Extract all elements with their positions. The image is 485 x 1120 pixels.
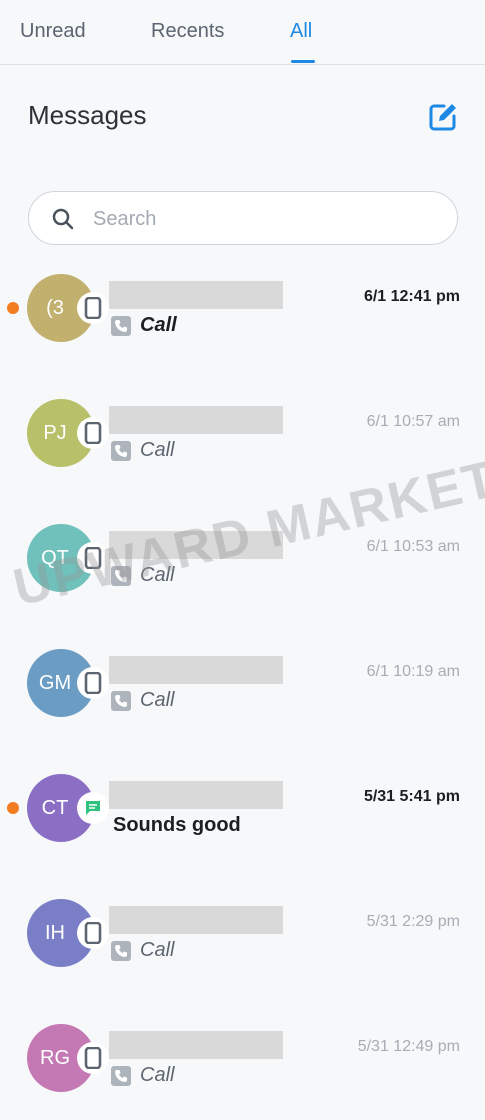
compose-icon [429, 104, 456, 131]
chat-icon [83, 798, 103, 818]
redacted-contact-name [109, 656, 283, 684]
timestamp: 6/1 10:19 am [366, 663, 460, 680]
phone-badge [77, 542, 109, 574]
phone-icon [84, 297, 102, 319]
tab-bar: Unread Recents All [0, 0, 485, 65]
phone-icon [84, 1047, 102, 1069]
call-icon [111, 315, 140, 336]
phone-icon [84, 547, 102, 569]
conversation-row[interactable]: (3 6/1 12:41 pm Call [0, 250, 485, 370]
message-preview: Call [111, 1064, 174, 1087]
search-bar[interactable] [28, 191, 458, 245]
search-icon [52, 208, 74, 230]
redacted-contact-name [109, 906, 283, 934]
call-icon [111, 440, 140, 461]
phone-icon [84, 672, 102, 694]
phone-icon [84, 922, 102, 944]
timestamp: 6/1 10:53 am [366, 538, 460, 555]
phone-badge [77, 1042, 109, 1074]
phone-icon [84, 422, 102, 444]
phone-badge [77, 917, 109, 949]
tab-all[interactable]: All [290, 20, 312, 43]
conversation-row[interactable]: PJ 6/1 10:57 am Call [0, 375, 485, 495]
compose-button[interactable] [427, 101, 459, 133]
preview-text: Call [140, 689, 175, 711]
timestamp: 5/31 5:41 pm [363, 788, 460, 805]
preview-text: Call [140, 564, 175, 586]
call-icon [111, 690, 140, 711]
unread-dot [7, 802, 19, 814]
call-icon [111, 1065, 140, 1086]
conversation-row[interactable]: IH 5/31 2:29 pm Call [0, 875, 485, 995]
message-preview: Call [111, 939, 174, 962]
message-preview: Call [111, 689, 174, 712]
timestamp: 5/31 12:49 pm [357, 1038, 460, 1055]
phone-badge [77, 292, 109, 324]
chat-badge [77, 792, 109, 824]
preview-text: Call [140, 314, 177, 336]
conversation-row[interactable]: CT 5/31 5:41 pm Sounds good [0, 750, 485, 870]
redacted-contact-name [109, 781, 283, 809]
call-icon [111, 940, 140, 961]
timestamp: 6/1 12:41 pm [363, 288, 460, 305]
redacted-contact-name [109, 531, 283, 559]
redacted-contact-name [109, 281, 283, 309]
tab-recents[interactable]: Recents [151, 20, 224, 43]
preview-text: Sounds good [113, 814, 241, 836]
redacted-contact-name [109, 1031, 283, 1059]
active-tab-indicator [291, 60, 315, 63]
timestamp: 6/1 10:57 am [366, 413, 460, 430]
page-title: Messages [28, 100, 147, 130]
message-preview: Call [111, 439, 174, 462]
conversation-row[interactable]: GM 6/1 10:19 am Call [0, 625, 485, 745]
preview-text: Call [140, 1064, 175, 1086]
search-input[interactable] [91, 202, 435, 236]
message-preview: Call [111, 314, 177, 337]
redacted-contact-name [109, 406, 283, 434]
preview-text: Call [140, 439, 175, 461]
message-preview: Sounds good [113, 814, 241, 837]
phone-badge [77, 667, 109, 699]
preview-text: Call [140, 939, 175, 961]
message-preview: Call [111, 564, 174, 587]
conversation-row[interactable]: QT 6/1 10:53 am Call [0, 500, 485, 620]
tab-unread[interactable]: Unread [20, 20, 86, 43]
conversation-row[interactable]: RG 5/31 12:49 pm Call [0, 1000, 485, 1120]
phone-badge [77, 417, 109, 449]
call-icon [111, 565, 140, 586]
timestamp: 5/31 2:29 pm [366, 913, 460, 930]
unread-dot [7, 302, 19, 314]
